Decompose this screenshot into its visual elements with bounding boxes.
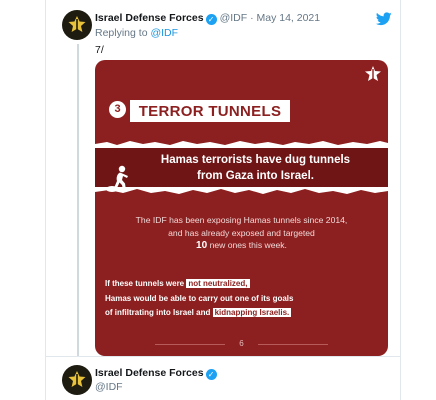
poster-title: TERROR TUNNELS (130, 100, 290, 122)
digging-person-icon (106, 165, 128, 192)
author-name[interactable]: Israel Defense Forces (95, 12, 204, 24)
author-handle[interactable]: @IDF (95, 381, 123, 393)
headline-line-2: from Gaza into Israel. (197, 170, 314, 182)
warning-line-3: of infiltrating into Israel and kidnappi… (105, 306, 380, 321)
idf-emblem-icon (68, 371, 86, 387)
thread-connector-line (77, 44, 79, 356)
warning-1-text: If these tunnels were (105, 279, 185, 288)
thread-count: 7/ (95, 44, 104, 56)
warning-3-text: of infiltrating into Israel and (105, 308, 211, 317)
avatar[interactable] (62, 10, 92, 40)
torn-edge-top (95, 141, 388, 148)
warning-line-1: If these tunnels were not neutralized, (105, 277, 380, 292)
tweet-2-handle-row: @IDF (95, 381, 123, 393)
author-name[interactable]: Israel Defense Forces (95, 367, 204, 379)
idf-emblem-icon (68, 16, 86, 32)
body-line-2: and has already exposed and targeted (168, 227, 315, 238)
idf-emblem-icon (365, 66, 381, 81)
verified-badge-icon: ✓ (205, 369, 217, 380)
body-line-1: The IDF has been exposing Hamas tunnels … (135, 215, 348, 225)
tunnel-count: 10 (196, 240, 208, 251)
page-number: 6 (239, 339, 244, 348)
poster-headline: Hamas terrorists have dug tunnels from G… (133, 152, 378, 184)
avatar[interactable] (62, 365, 92, 395)
author-handle[interactable]: @IDF (220, 12, 248, 24)
separator-dot: · (250, 12, 254, 24)
highlight-kidnapping: kidnapping Israelis. (212, 308, 292, 317)
warning-line-2: Hamas would be able to carry out one of … (105, 293, 294, 303)
poster-warning: If these tunnels were not neutralized, H… (105, 277, 380, 321)
page-rule-right (258, 344, 328, 345)
torn-edge-bottom (95, 187, 388, 194)
section-number: 3 (109, 101, 126, 118)
verified-badge-icon: ✓ (205, 14, 217, 25)
tweet-divider (45, 356, 401, 357)
tweet-2-header: Israel Defense Forces ✓ (95, 367, 220, 380)
body-line-3: 10 new ones this week. (109, 239, 374, 253)
body-line-3-rest: new ones this week. (209, 240, 287, 250)
tweet-header: Israel Defense Forces ✓ @IDF · May 14, 202… (95, 12, 320, 25)
replying-handle-link[interactable]: @IDF (150, 27, 178, 39)
tweet-image[interactable]: 3 TERROR TUNNELS Hamas terrorists have d… (95, 60, 388, 356)
tweet-date[interactable]: May 14, 2021 (256, 12, 320, 24)
headline-line-1: Hamas terrorists have dug tunnels (160, 154, 351, 166)
highlight-not-neutralized: not neutralized, (186, 279, 250, 288)
replying-label: Replying to (95, 27, 148, 39)
poster-body: The IDF has been exposing Hamas tunnels … (109, 214, 374, 253)
twitter-bird-icon[interactable] (376, 12, 392, 26)
replying-to: Replying to @IDF (95, 27, 178, 39)
